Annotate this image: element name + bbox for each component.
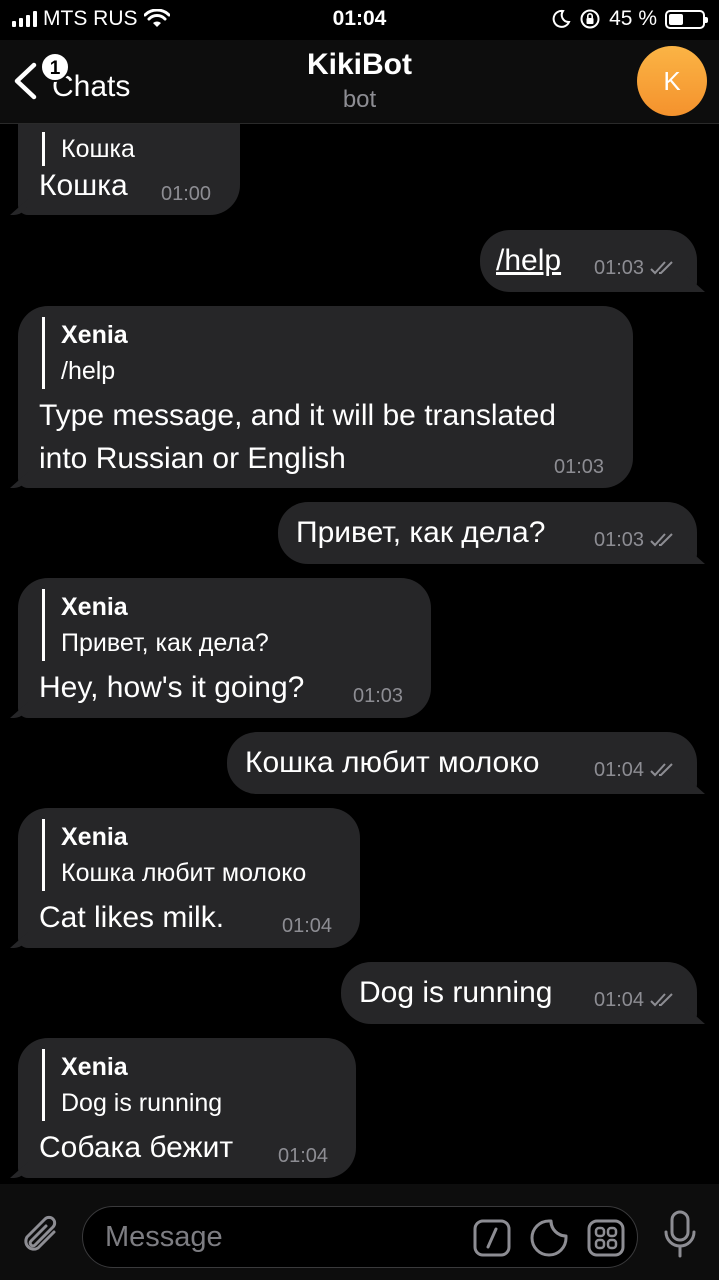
bot-command-icon[interactable] <box>473 1219 511 1257</box>
chat-header: Chats 1 KikiBot bot K <box>0 40 719 124</box>
bot-keyboard-icon[interactable] <box>587 1219 625 1257</box>
composer-bar <box>0 1184 719 1280</box>
message-time: 01:03 <box>594 257 645 279</box>
chat-subtitle: bot <box>342 86 377 113</box>
message-time: 01:03 <box>554 456 605 478</box>
reply-author: Xenia <box>61 321 128 349</box>
battery-percent: 45 % <box>609 7 657 30</box>
chat-title-group[interactable]: KikiBot bot <box>0 48 719 114</box>
message-text: Кошка <box>39 169 128 202</box>
status-right: 45 % <box>551 7 708 31</box>
moon-icon <box>552 9 571 28</box>
message-field[interactable] <box>82 1206 638 1268</box>
message-bubble-incoming[interactable]: Xenia /help Type message, and it will be… <box>18 306 633 488</box>
rotation-lock-icon <box>580 9 600 29</box>
attach-icon[interactable] <box>20 1214 64 1260</box>
message-text: Dog is running <box>359 976 553 1009</box>
double-check-icon <box>650 261 673 275</box>
message-bubble-incoming[interactable]: Xenia Привет, как дела? Hey, how's it go… <box>18 578 431 718</box>
microphone-icon[interactable] <box>663 1210 697 1258</box>
reply-preview[interactable]: Xenia Привет, как дела? <box>42 589 269 661</box>
message-time: 01:04 <box>594 989 645 1011</box>
message-time: 01:00 <box>161 183 212 205</box>
message-text: Кошка любит молоко <box>245 746 540 779</box>
reply-quote: /help <box>61 357 116 385</box>
status-bar: MTS RUS 01:04 45 % <box>0 0 719 40</box>
sticker-icon[interactable] <box>530 1219 568 1257</box>
message-text: Собака бежит <box>39 1131 234 1164</box>
double-check-icon <box>650 763 673 777</box>
reply-quote: Привет, как дела? <box>61 629 269 657</box>
reply-quote: Dog is running <box>61 1089 223 1117</box>
message-time: 01:03 <box>353 685 404 707</box>
avatar[interactable]: K <box>637 46 707 116</box>
reply-preview[interactable]: Кошка <box>42 132 135 166</box>
reply-preview[interactable]: Xenia Кошка любит молоко <box>42 819 306 891</box>
reply-preview[interactable]: Xenia /help <box>42 317 128 389</box>
message-bubble-incoming[interactable]: Xenia Кошка любит молоко Cat likes milk.… <box>18 808 360 948</box>
message-text: Hey, how's it going? <box>39 671 305 704</box>
double-check-icon <box>650 993 673 1007</box>
double-check-icon <box>650 533 673 547</box>
message-list[interactable]: Кошка Кошка 01:00 /help 01:03 Xenia /hel… <box>0 124 719 1184</box>
message-bubble-incoming[interactable]: Кошка Кошка 01:00 <box>18 124 240 215</box>
reply-quote: Кошка любит молоко <box>61 859 307 887</box>
message-bubble-outgoing[interactable]: Кошка любит молоко 01:04 <box>227 732 697 794</box>
message-text: Cat likes milk. <box>39 901 225 934</box>
reply-author: Xenia <box>61 593 128 621</box>
message-bubble-incoming[interactable]: Xenia Dog is running Собака бежит 01:04 <box>18 1038 356 1178</box>
message-bubble-outgoing[interactable]: Привет, как дела? 01:03 <box>278 502 697 564</box>
message-input[interactable] <box>105 1217 465 1257</box>
message-time: 01:03 <box>594 529 645 551</box>
message-time: 01:04 <box>282 915 333 937</box>
message-text-line-2: into Russian or English <box>39 442 346 475</box>
message-bubble-outgoing[interactable]: Dog is running 01:04 <box>341 962 697 1024</box>
reply-author: Xenia <box>61 823 128 851</box>
chat-title: KikiBot <box>307 48 412 81</box>
battery-icon <box>665 9 708 29</box>
message-time: 01:04 <box>278 1145 329 1167</box>
message-bubble-outgoing[interactable]: /help 01:03 <box>480 230 697 292</box>
command-link[interactable]: /help <box>496 239 561 282</box>
message-time: 01:04 <box>594 759 645 781</box>
message-text-line-1: Type message, and it will be translated <box>39 399 556 432</box>
reply-quote: Кошка <box>61 135 135 163</box>
message-text: Привет, как дела? <box>296 516 546 549</box>
reply-preview[interactable]: Xenia Dog is running <box>42 1049 222 1121</box>
reply-author: Xenia <box>61 1053 128 1081</box>
